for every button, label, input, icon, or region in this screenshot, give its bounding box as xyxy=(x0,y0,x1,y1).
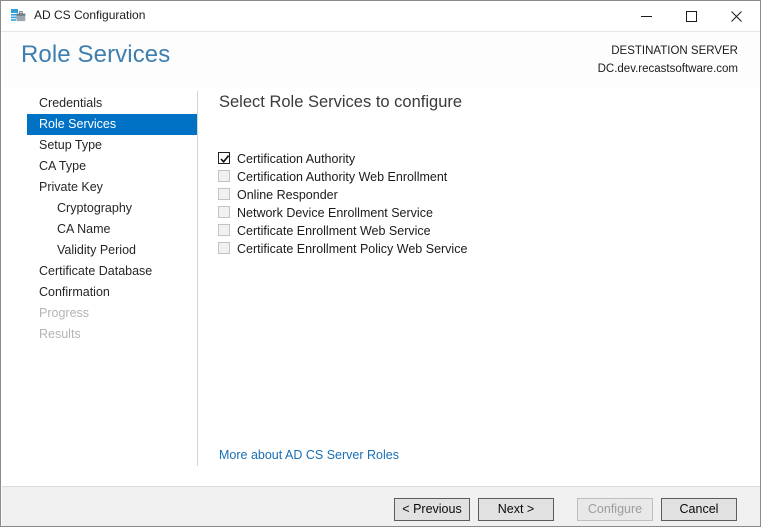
wizard-step-nav: Credentials Role Services Setup Type CA Typ… xyxy=(2,88,197,466)
wizard-footer: < Previous Next > Configure Cancel xyxy=(2,486,760,526)
destination-server-name: DC.dev.recastsoftware.com xyxy=(597,63,738,75)
checkbox-checked-icon[interactable] xyxy=(218,152,230,164)
role-service-label: Certificate Enrollment Web Service xyxy=(237,224,431,238)
window-title: AD CS Configuration xyxy=(34,8,146,22)
sidebar-item-label: Results xyxy=(39,327,81,341)
title-bar: AD CS Configuration xyxy=(1,1,760,32)
sidebar-item-label: Setup Type xyxy=(39,138,103,152)
sidebar-item-label: Private Key xyxy=(39,180,103,194)
maximize-icon[interactable] xyxy=(669,1,714,31)
role-service-row: Certificate Enrollment Web Service xyxy=(218,222,738,240)
next-button[interactable]: Next > xyxy=(478,498,554,521)
sidebar-item-label: CA Name xyxy=(57,222,111,236)
sidebar-item-certificate-database[interactable]: Certificate Database xyxy=(27,261,197,282)
role-service-row[interactable]: Certification Authority xyxy=(218,150,738,168)
sidebar-item-private-key[interactable]: Private Key xyxy=(27,177,197,198)
sidebar-item-setup-type[interactable]: Setup Type xyxy=(27,135,197,156)
role-service-label: Online Responder xyxy=(237,188,338,202)
cancel-button[interactable]: Cancel xyxy=(661,498,737,521)
sidebar-item-label: Role Services xyxy=(39,117,117,131)
checkbox-unchecked-icon xyxy=(218,224,230,236)
sidebar-item-label: Confirmation xyxy=(39,285,110,299)
sidebar-item-progress: Progress xyxy=(27,303,197,324)
sidebar-item-role-services[interactable]: Role Services xyxy=(27,114,197,135)
sidebar-item-label: Progress xyxy=(39,306,90,320)
role-service-row: Online Responder xyxy=(218,186,738,204)
sidebar-item-ca-name[interactable]: CA Name xyxy=(27,219,197,240)
minimize-icon[interactable] xyxy=(624,1,669,31)
configure-button: Configure xyxy=(577,498,653,521)
more-about-ad-cs-server-roles-link[interactable]: More about AD CS Server Roles xyxy=(219,448,399,462)
ad-cs-configuration-window: AD CS Configuration Role Services DESTIN… xyxy=(0,0,761,527)
sidebar-item-ca-type[interactable]: CA Type xyxy=(27,156,197,177)
role-service-row: Certificate Enrollment Policy Web Servic… xyxy=(218,240,738,258)
role-services-list: Certification Authority Certification Aut… xyxy=(218,150,738,258)
role-service-label: Certification Authority Web Enrollment xyxy=(237,170,448,184)
checkbox-unchecked-icon xyxy=(218,242,230,254)
sidebar-item-label: CA Type xyxy=(39,159,87,173)
content-pane: Select Role Services to configure Certif… xyxy=(198,88,760,466)
page-header: Role Services DESTINATION SERVER DC.dev.… xyxy=(2,32,760,88)
sidebar-item-label: Validity Period xyxy=(57,243,136,257)
role-service-label: Network Device Enrollment Service xyxy=(237,206,433,220)
checkbox-unchecked-icon xyxy=(218,188,230,200)
page-title: Role Services xyxy=(21,41,171,68)
sidebar-item-validity-period[interactable]: Validity Period xyxy=(27,240,197,261)
destination-server-label: DESTINATION SERVER xyxy=(611,45,738,57)
sidebar-item-confirmation[interactable]: Confirmation xyxy=(27,282,197,303)
role-service-label: Certification Authority xyxy=(237,152,356,166)
checkbox-unchecked-icon xyxy=(218,206,230,218)
content-heading: Select Role Services to configure xyxy=(219,93,463,111)
role-service-row: Certification Authority Web Enrollment xyxy=(218,168,738,186)
wizard-body: Credentials Role Services Setup Type CA Typ… xyxy=(2,88,760,486)
close-icon[interactable] xyxy=(714,1,759,31)
checkbox-unchecked-icon xyxy=(218,170,230,182)
sidebar-item-label: Cryptography xyxy=(57,201,133,215)
sidebar-item-label: Credentials xyxy=(39,96,103,110)
sidebar-item-results: Results xyxy=(27,324,197,345)
previous-button[interactable]: < Previous xyxy=(394,498,470,521)
sidebar-item-cryptography[interactable]: Cryptography xyxy=(27,198,197,219)
role-service-label: Certificate Enrollment Policy Web Servic… xyxy=(237,242,468,256)
toolbox-icon xyxy=(10,8,27,24)
role-service-row: Network Device Enrollment Service xyxy=(218,204,738,222)
sidebar-item-credentials[interactable]: Credentials xyxy=(27,93,197,114)
sidebar-item-label: Certificate Database xyxy=(39,264,153,278)
